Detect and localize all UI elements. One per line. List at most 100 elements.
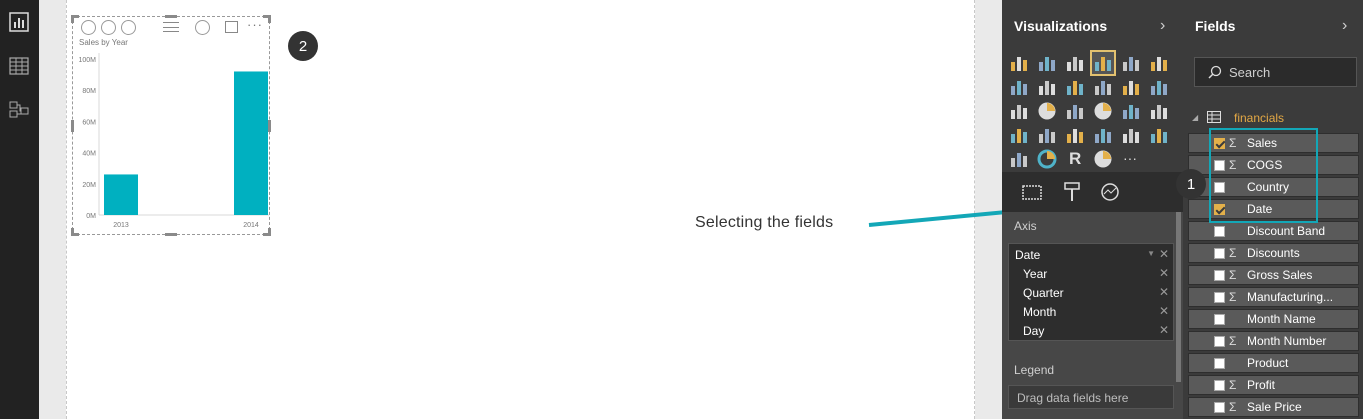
100-stacked-column-icon[interactable] xyxy=(1148,52,1170,74)
field-row-manufacturing[interactable]: Σ Manufacturing... xyxy=(1188,287,1359,307)
collapse-fields-icon[interactable]: › xyxy=(1342,17,1347,35)
clustered-column-icon[interactable] xyxy=(1090,50,1116,76)
fields-search-input[interactable]: Search xyxy=(1194,57,1357,87)
more-visuals-icon[interactable]: ··· xyxy=(1120,148,1142,170)
slicer-icon[interactable] xyxy=(1008,148,1030,170)
step-badge-1: 1 xyxy=(1176,169,1206,199)
visualizations-title: Visualizations xyxy=(1014,18,1108,34)
field-row-discount-band[interactable]: Discount Band xyxy=(1188,221,1359,241)
y-tick-label: 0M xyxy=(86,213,96,220)
field-checkbox[interactable] xyxy=(1214,248,1225,259)
bar-2013 xyxy=(104,174,138,215)
field-row-gross-sales[interactable]: Σ Gross Sales xyxy=(1188,265,1359,285)
field-row-month-number[interactable]: Σ Month Number xyxy=(1188,331,1359,351)
field-row-product[interactable]: Product xyxy=(1188,353,1359,373)
report-view-icon[interactable] xyxy=(8,11,30,33)
field-checkbox[interactable] xyxy=(1214,380,1225,391)
ribbon-chart-icon[interactable] xyxy=(1148,76,1170,98)
field-row-profit[interactable]: Σ Profit xyxy=(1188,375,1359,395)
field-row-sale-price[interactable]: Σ Sale Price xyxy=(1188,397,1359,417)
donut-icon[interactable] xyxy=(1036,148,1058,170)
format-tab-icon[interactable] xyxy=(1060,180,1084,204)
funnel-icon[interactable] xyxy=(1036,124,1058,146)
axis-field-date[interactable]: Date ▼ ✕ xyxy=(1009,246,1175,265)
field-wells: Axis Date ▼ ✕ Year ✕ Quarter ✕ Month ✕ D… xyxy=(1002,212,1183,419)
field-checkbox[interactable] xyxy=(1214,292,1225,303)
table-name: financials xyxy=(1234,111,1285,125)
hierarchy-level-month[interactable]: Month ✕ xyxy=(1009,303,1175,322)
axis-well[interactable]: Date ▼ ✕ Year ✕ Quarter ✕ Month ✕ Day ✕ xyxy=(1008,243,1174,341)
clustered-bar-icon[interactable] xyxy=(1064,52,1086,74)
step-badge-2: 2 xyxy=(288,31,318,61)
remove-level-icon[interactable]: ✕ xyxy=(1159,323,1169,337)
remove-level-icon[interactable]: ✕ xyxy=(1159,285,1169,299)
legend-well-label: Legend xyxy=(1014,363,1055,377)
wells-scrollbar[interactable] xyxy=(1176,212,1181,382)
dropzone-placeholder: Drag data fields here xyxy=(1017,391,1129,405)
kpi-icon[interactable] xyxy=(1148,124,1170,146)
field-row-discounts[interactable]: Σ Discounts xyxy=(1188,243,1359,263)
gauge-icon[interactable] xyxy=(1064,124,1086,146)
search-placeholder: Search xyxy=(1229,65,1271,80)
remove-level-icon[interactable]: ✕ xyxy=(1159,266,1169,280)
sigma-icon: Σ xyxy=(1229,334,1237,348)
filled-map-icon[interactable] xyxy=(1008,124,1030,146)
fields-title: Fields xyxy=(1195,18,1236,34)
table-icon xyxy=(1207,111,1221,123)
field-row-month-name[interactable]: Month Name xyxy=(1188,309,1359,329)
sigma-icon: Σ xyxy=(1229,378,1237,392)
axis-field-label: Date xyxy=(1015,248,1041,262)
remove-level-icon[interactable]: ✕ xyxy=(1159,304,1169,318)
field-checkbox[interactable] xyxy=(1214,314,1225,325)
legend-well-dropzone[interactable]: Drag data fields here xyxy=(1008,385,1174,409)
hierarchy-label: Day xyxy=(1023,324,1045,338)
sales-by-year-visual[interactable]: ··· Sales by Year 0M 20M 40M 60M 80M 100M 2013… xyxy=(71,15,271,236)
field-checkbox[interactable] xyxy=(1214,226,1225,237)
field-checkbox[interactable] xyxy=(1214,336,1225,347)
line-column-icon[interactable] xyxy=(1092,76,1114,98)
chevron-down-icon[interactable]: ▼ xyxy=(1147,249,1155,258)
field-checkbox[interactable] xyxy=(1214,358,1225,369)
bar-chart: 0M 20M 40M 60M 80M 100M 2013 2014 xyxy=(78,53,269,229)
remove-field-icon[interactable]: ✕ xyxy=(1159,247,1169,261)
hierarchy-level-quarter[interactable]: Quarter ✕ xyxy=(1009,284,1175,303)
stacked-area-icon[interactable] xyxy=(1064,76,1086,98)
card-icon[interactable] xyxy=(1120,124,1142,146)
hierarchy-level-day[interactable]: Day ✕ xyxy=(1009,322,1175,341)
hierarchy-level-year[interactable]: Year ✕ xyxy=(1009,265,1175,284)
highlight-selected-fields xyxy=(1209,128,1318,223)
line-clustered-column-icon[interactable] xyxy=(1120,76,1142,98)
matrix-icon[interactable] xyxy=(1148,100,1170,122)
data-view-icon[interactable] xyxy=(8,55,30,77)
100-stacked-bar-icon[interactable] xyxy=(1120,52,1142,74)
multi-row-card-icon[interactable] xyxy=(1092,124,1114,146)
map-icon[interactable] xyxy=(1092,100,1114,122)
pie-chart-icon[interactable] xyxy=(1036,100,1058,122)
field-checkbox[interactable] xyxy=(1214,402,1225,413)
y-tick-label: 40M xyxy=(82,151,96,158)
fields-tab-icon[interactable] xyxy=(1020,180,1044,204)
bar-2014 xyxy=(234,71,268,215)
table-icon[interactable] xyxy=(1120,100,1142,122)
analytics-tab-icon[interactable] xyxy=(1098,180,1122,204)
scatter-chart-icon[interactable] xyxy=(1008,100,1030,122)
r-visual-icon[interactable]: R xyxy=(1064,148,1086,170)
expand-triangle-icon[interactable]: ◢ xyxy=(1192,113,1198,122)
treemap-icon[interactable] xyxy=(1064,100,1086,122)
area-chart-icon[interactable] xyxy=(1036,76,1058,98)
table-financials[interactable]: ◢ financials xyxy=(1187,108,1363,128)
line-chart-icon[interactable] xyxy=(1008,76,1030,98)
stacked-column-icon[interactable] xyxy=(1036,52,1058,74)
field-name: Month Number xyxy=(1247,334,1327,348)
field-name: Manufacturing... xyxy=(1247,290,1334,304)
hierarchy-label: Month xyxy=(1023,305,1057,319)
stacked-bar-icon[interactable] xyxy=(1008,52,1030,74)
field-name: Month Name xyxy=(1247,312,1316,326)
annotation-text: Selecting the fields xyxy=(695,214,834,231)
field-checkbox[interactable] xyxy=(1214,270,1225,281)
collapse-visualizations-icon[interactable]: › xyxy=(1160,17,1165,35)
globe-icon[interactable] xyxy=(1092,148,1114,170)
relationships-view-icon[interactable] xyxy=(8,98,30,120)
x-tick-label: 2014 xyxy=(243,222,259,229)
sigma-icon: Σ xyxy=(1229,400,1237,414)
